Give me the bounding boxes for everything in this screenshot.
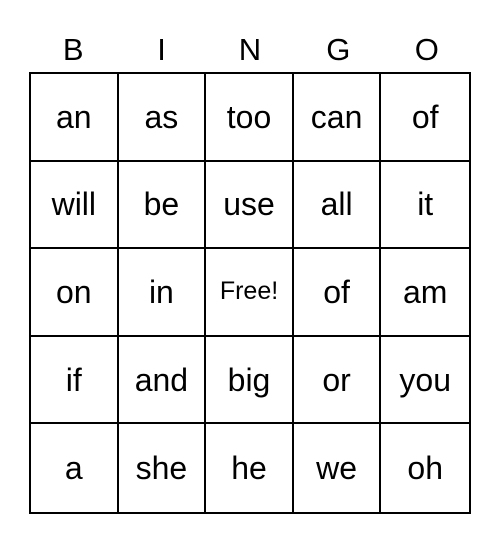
bingo-cell[interactable]: we	[294, 424, 382, 512]
bingo-cell[interactable]: all	[293, 161, 382, 250]
bingo-cell[interactable]: she	[119, 424, 207, 512]
header-letter-i: I	[157, 32, 166, 67]
bingo-cell[interactable]: if	[31, 336, 119, 425]
header-letter-n: N	[238, 32, 262, 67]
bingo-cell[interactable]: a	[31, 424, 119, 512]
bingo-cell[interactable]: of	[381, 74, 469, 162]
bingo-cell[interactable]: will	[31, 161, 119, 250]
bingo-cell[interactable]: and	[118, 336, 207, 425]
bingo-cell[interactable]: oh	[381, 424, 469, 512]
bingo-cell[interactable]: in	[118, 249, 207, 337]
header-letter-o: O	[414, 32, 439, 67]
bingo-cell[interactable]: as	[118, 74, 207, 162]
bingo-cell[interactable]: too	[206, 74, 294, 162]
bingo-cell[interactable]: am	[381, 249, 469, 337]
header-letter-b: B	[62, 32, 84, 67]
bingo-cell[interactable]: use	[206, 161, 294, 250]
bingo-grid: an as too can of will be use all it on in Free! of am i…	[29, 72, 471, 514]
bingo-cell[interactable]: or	[293, 336, 382, 425]
bingo-cell[interactable]: an	[31, 74, 119, 162]
bingo-cell[interactable]: on	[31, 249, 119, 337]
bingo-cell[interactable]: he	[206, 424, 294, 512]
bingo-header: B I N G O	[29, 30, 471, 70]
bingo-cell[interactable]: can	[293, 74, 382, 162]
header-letter-g: G	[326, 32, 351, 67]
bingo-cell[interactable]: it	[381, 162, 469, 250]
bingo-cell[interactable]: be	[118, 161, 207, 250]
bingo-cell-free-space[interactable]: Free!	[206, 249, 294, 337]
bingo-cell[interactable]: you	[381, 337, 469, 425]
bingo-cell[interactable]: of	[293, 249, 382, 337]
bingo-cell[interactable]: big	[206, 336, 294, 425]
